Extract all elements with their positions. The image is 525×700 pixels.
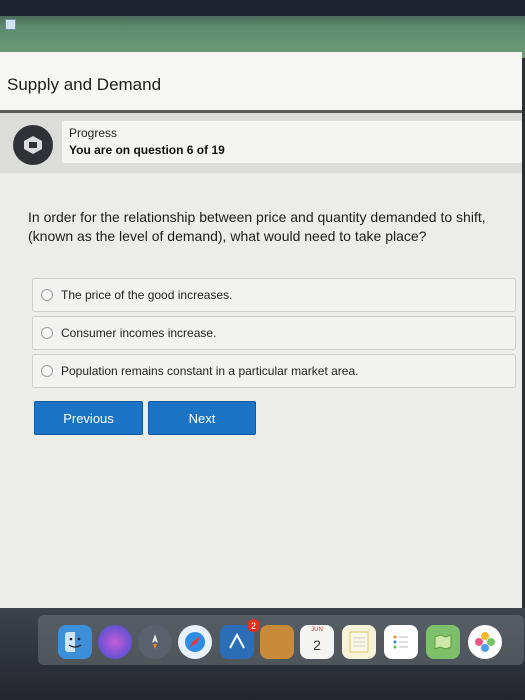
answer-option-label: Consumer incomes increase. xyxy=(61,326,217,340)
notes-folder-icon[interactable] xyxy=(260,625,294,659)
quiz-screen: Supply and Demand Progress You are on qu… xyxy=(0,52,522,608)
notepad-icon[interactable] xyxy=(342,625,376,659)
calendar-day: 2 xyxy=(313,637,321,653)
progress-label: Progress xyxy=(69,126,118,140)
page-title: Supply and Demand xyxy=(7,75,162,94)
answer-option[interactable]: Population remains constant in a particu… xyxy=(32,354,516,388)
notification-badge: 2 xyxy=(247,619,260,632)
siri-icon[interactable] xyxy=(98,625,132,659)
photos-icon[interactable] xyxy=(468,625,502,659)
top-browser-strip xyxy=(0,0,525,58)
app-store-icon[interactable]: 2 xyxy=(220,619,260,659)
previous-button[interactable]: Previous xyxy=(34,401,143,435)
finder-icon[interactable] xyxy=(58,625,92,659)
safari-icon[interactable] xyxy=(178,625,212,659)
answer-option[interactable]: The price of the good increases. xyxy=(32,278,516,312)
progress-status: You are on question 6 of 19 xyxy=(69,143,225,157)
progress-card: Progress You are on question 6 of 19 xyxy=(62,121,522,163)
answer-options: The price of the good increases. Consume… xyxy=(32,278,516,392)
answer-option[interactable]: Consumer incomes increase. xyxy=(32,316,516,350)
next-button[interactable]: Next xyxy=(148,401,256,435)
answer-option-label: The price of the good increases. xyxy=(61,288,233,302)
calendar-icon[interactable]: JUN 2 xyxy=(300,625,334,659)
window-control-icon[interactable] xyxy=(5,19,16,30)
progress-section: Progress You are on question 6 of 19 xyxy=(0,113,522,173)
maps-icon[interactable] xyxy=(426,625,460,659)
radio-button-icon[interactable] xyxy=(41,365,53,377)
question-text: In order for the relationship between pr… xyxy=(28,209,486,244)
reminders-icon[interactable] xyxy=(384,625,418,659)
title-bar: Supply and Demand xyxy=(0,52,522,113)
launchpad-icon[interactable] xyxy=(138,625,172,659)
radio-button-icon[interactable] xyxy=(41,289,53,301)
dock: 2 JUN 2 xyxy=(38,615,524,665)
answer-option-label: Population remains constant in a particu… xyxy=(61,364,359,378)
browser-header xyxy=(0,0,525,16)
calendar-month: JUN xyxy=(311,627,323,633)
radio-button-icon[interactable] xyxy=(41,327,53,339)
progress-icon xyxy=(13,125,53,165)
